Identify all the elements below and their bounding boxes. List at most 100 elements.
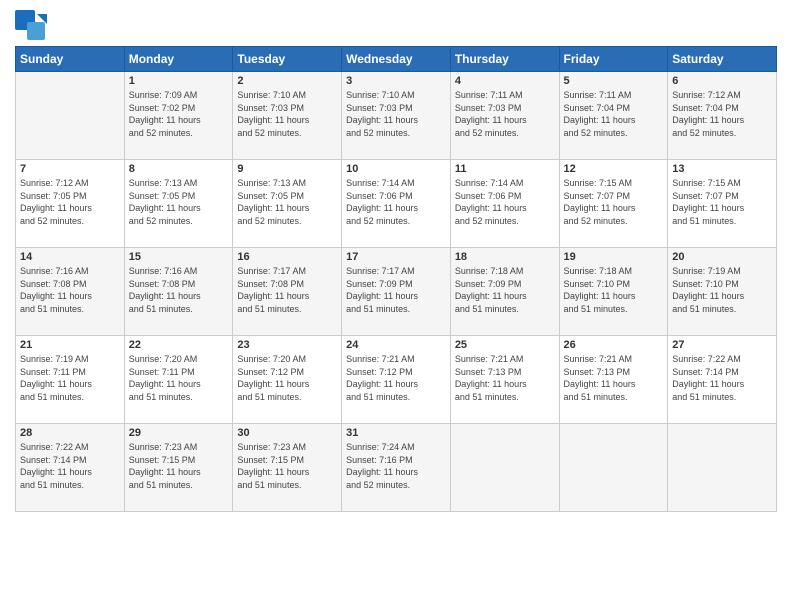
calendar-cell: 18 Sunrise: 7:18 AM Sunset: 7:09 PM Dayli…: [450, 248, 559, 336]
day-info: Sunrise: 7:23 AM Sunset: 7:15 PM Dayligh…: [129, 441, 229, 491]
calendar-cell: 5 Sunrise: 7:11 AM Sunset: 7:04 PM Daylig…: [559, 72, 668, 160]
day-info: Sunrise: 7:17 AM Sunset: 7:09 PM Dayligh…: [346, 265, 446, 315]
calendar-cell: 10 Sunrise: 7:14 AM Sunset: 7:06 PM Dayli…: [342, 160, 451, 248]
calendar-cell: 21 Sunrise: 7:19 AM Sunset: 7:11 PM Dayli…: [16, 336, 125, 424]
day-number: 12: [564, 163, 664, 175]
day-info: Sunrise: 7:10 AM Sunset: 7:03 PM Dayligh…: [346, 89, 446, 139]
day-info: Sunrise: 7:21 AM Sunset: 7:13 PM Dayligh…: [455, 353, 555, 403]
logo-icon: [15, 10, 43, 38]
calendar-cell: 17 Sunrise: 7:17 AM Sunset: 7:09 PM Dayli…: [342, 248, 451, 336]
day-info: Sunrise: 7:22 AM Sunset: 7:14 PM Dayligh…: [672, 353, 772, 403]
day-info: Sunrise: 7:15 AM Sunset: 7:07 PM Dayligh…: [564, 177, 664, 227]
day-number: 2: [237, 75, 337, 87]
day-number: 10: [346, 163, 446, 175]
day-number: 21: [20, 339, 120, 351]
calendar-header-row: SundayMondayTuesdayWednesdayThursdayFrid…: [16, 47, 777, 72]
page: SundayMondayTuesdayWednesdayThursdayFrid…: [0, 0, 792, 612]
day-info: Sunrise: 7:21 AM Sunset: 7:13 PM Dayligh…: [564, 353, 664, 403]
day-number: 14: [20, 251, 120, 263]
day-info: Sunrise: 7:14 AM Sunset: 7:06 PM Dayligh…: [346, 177, 446, 227]
day-info: Sunrise: 7:14 AM Sunset: 7:06 PM Dayligh…: [455, 177, 555, 227]
day-info: Sunrise: 7:16 AM Sunset: 7:08 PM Dayligh…: [20, 265, 120, 315]
calendar-cell: 30 Sunrise: 7:23 AM Sunset: 7:15 PM Dayli…: [233, 424, 342, 512]
calendar-cell: 8Sunrise: 7:13 AM Sunset: 7:05 PM Daylig…: [124, 160, 233, 248]
day-number: 5: [564, 75, 664, 87]
header-day-friday: Friday: [559, 47, 668, 72]
day-info: Sunrise: 7:12 AM Sunset: 7:04 PM Dayligh…: [672, 89, 772, 139]
day-info: Sunrise: 7:10 AM Sunset: 7:03 PM Dayligh…: [237, 89, 337, 139]
calendar-cell: 24 Sunrise: 7:21 AM Sunset: 7:12 PM Dayli…: [342, 336, 451, 424]
day-info: Sunrise: 7:19 AM Sunset: 7:11 PM Dayligh…: [20, 353, 120, 403]
calendar-cell: [450, 424, 559, 512]
day-number: 28: [20, 427, 120, 439]
day-number: 9: [237, 163, 337, 175]
calendar-cell: 11Sunrise: 7:14 AM Sunset: 7:06 PM Dayli…: [450, 160, 559, 248]
logo: [15, 10, 47, 38]
day-info: Sunrise: 7:11 AM Sunset: 7:04 PM Dayligh…: [564, 89, 664, 139]
day-number: 13: [672, 163, 772, 175]
day-number: 16: [237, 251, 337, 263]
day-info: Sunrise: 7:12 AM Sunset: 7:05 PM Dayligh…: [20, 177, 120, 227]
header-day-monday: Monday: [124, 47, 233, 72]
calendar-cell: 25 Sunrise: 7:21 AM Sunset: 7:13 PM Dayli…: [450, 336, 559, 424]
calendar-week-row: 21 Sunrise: 7:19 AM Sunset: 7:11 PM Dayli…: [16, 336, 777, 424]
header-day-tuesday: Tuesday: [233, 47, 342, 72]
day-info: Sunrise: 7:18 AM Sunset: 7:09 PM Dayligh…: [455, 265, 555, 315]
calendar-cell: 9Sunrise: 7:13 AM Sunset: 7:05 PM Daylig…: [233, 160, 342, 248]
calendar-cell: 15Sunrise: 7:16 AM Sunset: 7:08 PM Dayli…: [124, 248, 233, 336]
day-info: Sunrise: 7:11 AM Sunset: 7:03 PM Dayligh…: [455, 89, 555, 139]
day-info: Sunrise: 7:09 AM Sunset: 7:02 PM Dayligh…: [129, 89, 229, 139]
day-info: Sunrise: 7:18 AM Sunset: 7:10 PM Dayligh…: [564, 265, 664, 315]
day-number: 30: [237, 427, 337, 439]
day-number: 22: [129, 339, 229, 351]
day-info: Sunrise: 7:17 AM Sunset: 7:08 PM Dayligh…: [237, 265, 337, 315]
day-info: Sunrise: 7:23 AM Sunset: 7:15 PM Dayligh…: [237, 441, 337, 491]
day-number: 31: [346, 427, 446, 439]
day-number: 3: [346, 75, 446, 87]
day-number: 7: [20, 163, 120, 175]
calendar-cell: 13 Sunrise: 7:15 AM Sunset: 7:07 PM Dayli…: [668, 160, 777, 248]
calendar-week-row: 14 Sunrise: 7:16 AM Sunset: 7:08 PM Dayli…: [16, 248, 777, 336]
day-number: 18: [455, 251, 555, 263]
day-info: Sunrise: 7:20 AM Sunset: 7:12 PM Dayligh…: [237, 353, 337, 403]
day-info: Sunrise: 7:24 AM Sunset: 7:16 PM Dayligh…: [346, 441, 446, 491]
day-number: 17: [346, 251, 446, 263]
calendar-cell: 2 Sunrise: 7:10 AM Sunset: 7:03 PM Daylig…: [233, 72, 342, 160]
calendar-cell: 12 Sunrise: 7:15 AM Sunset: 7:07 PM Dayli…: [559, 160, 668, 248]
day-number: 29: [129, 427, 229, 439]
calendar-cell: 27Sunrise: 7:22 AM Sunset: 7:14 PM Dayli…: [668, 336, 777, 424]
header-day-wednesday: Wednesday: [342, 47, 451, 72]
calendar-cell: 23 Sunrise: 7:20 AM Sunset: 7:12 PM Dayli…: [233, 336, 342, 424]
calendar-week-row: 28 Sunrise: 7:22 AM Sunset: 7:14 PM Dayli…: [16, 424, 777, 512]
day-number: 8: [129, 163, 229, 175]
day-number: 23: [237, 339, 337, 351]
calendar-cell: 7 Sunrise: 7:12 AM Sunset: 7:05 PM Daylig…: [16, 160, 125, 248]
day-number: 1: [129, 75, 229, 87]
day-number: 4: [455, 75, 555, 87]
calendar-table: SundayMondayTuesdayWednesdayThursdayFrid…: [15, 46, 777, 512]
calendar-cell: 1 Sunrise: 7:09 AM Sunset: 7:02 PM Daylig…: [124, 72, 233, 160]
day-info: Sunrise: 7:22 AM Sunset: 7:14 PM Dayligh…: [20, 441, 120, 491]
day-info: Sunrise: 7:20 AM Sunset: 7:11 PM Dayligh…: [129, 353, 229, 403]
calendar-cell: 16 Sunrise: 7:17 AM Sunset: 7:08 PM Dayli…: [233, 248, 342, 336]
calendar-cell: 22 Sunrise: 7:20 AM Sunset: 7:11 PM Dayli…: [124, 336, 233, 424]
day-number: 20: [672, 251, 772, 263]
calendar-cell: 14 Sunrise: 7:16 AM Sunset: 7:08 PM Dayli…: [16, 248, 125, 336]
calendar-cell: 19Sunrise: 7:18 AM Sunset: 7:10 PM Dayli…: [559, 248, 668, 336]
header: [15, 10, 777, 38]
calendar-cell: [668, 424, 777, 512]
calendar-cell: 31 Sunrise: 7:24 AM Sunset: 7:16 PM Dayli…: [342, 424, 451, 512]
calendar-cell: 20 Sunrise: 7:19 AM Sunset: 7:10 PM Dayli…: [668, 248, 777, 336]
calendar-cell: 3 Sunrise: 7:10 AM Sunset: 7:03 PM Daylig…: [342, 72, 451, 160]
calendar-cell: 6Sunrise: 7:12 AM Sunset: 7:04 PM Daylig…: [668, 72, 777, 160]
calendar-week-row: 7 Sunrise: 7:12 AM Sunset: 7:05 PM Daylig…: [16, 160, 777, 248]
day-info: Sunrise: 7:15 AM Sunset: 7:07 PM Dayligh…: [672, 177, 772, 227]
day-number: 24: [346, 339, 446, 351]
header-day-sunday: Sunday: [16, 47, 125, 72]
day-number: 25: [455, 339, 555, 351]
day-info: Sunrise: 7:21 AM Sunset: 7:12 PM Dayligh…: [346, 353, 446, 403]
day-info: Sunrise: 7:19 AM Sunset: 7:10 PM Dayligh…: [672, 265, 772, 315]
day-info: Sunrise: 7:16 AM Sunset: 7:08 PM Dayligh…: [129, 265, 229, 315]
calendar-cell: [16, 72, 125, 160]
day-number: 26: [564, 339, 664, 351]
